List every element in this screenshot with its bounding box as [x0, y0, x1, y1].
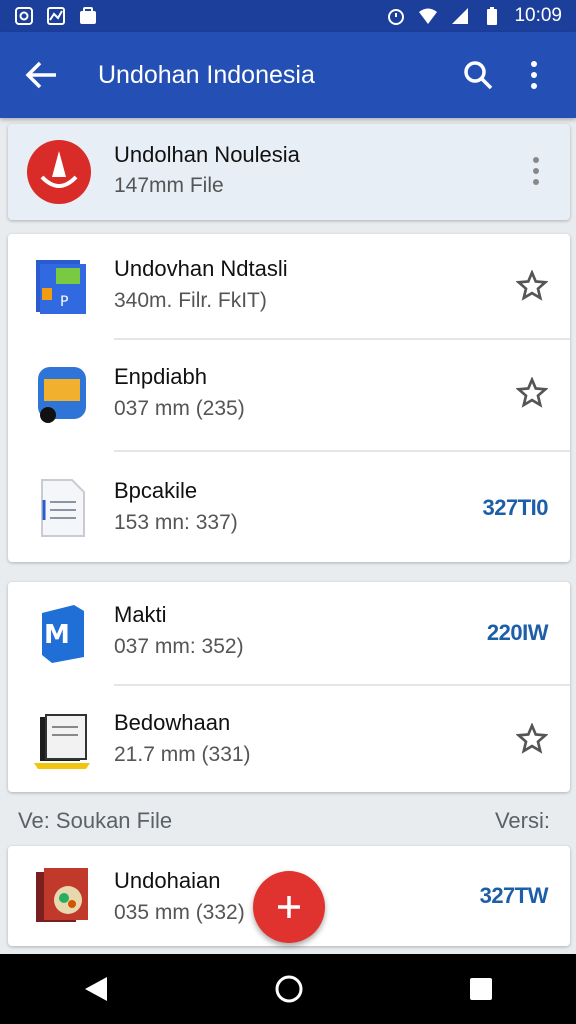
- list-item-meta: 035 mm (332): [114, 901, 245, 924]
- back-arrow-icon: [25, 61, 56, 89]
- page-title: Undohan Indonesia: [98, 60, 315, 89]
- star-icon[interactable]: [516, 723, 548, 755]
- header-item-meta: 147mm File: [114, 174, 224, 197]
- overflow-menu-button[interactable]: [512, 53, 556, 97]
- add-button[interactable]: [253, 871, 325, 943]
- list-item-name: Enpdiabh: [114, 364, 207, 389]
- list-item[interactable]: Enpdiabh 037 mm (235): [8, 340, 570, 446]
- list-item-meta: 340m. Filr. FkIT): [114, 289, 267, 312]
- header-item-name: Undolhan Noulesia: [114, 142, 300, 167]
- header-item-card[interactable]: Undolhan Noulesia 147mm File: [8, 124, 570, 220]
- list-item-meta: 21.7 mm (331): [114, 743, 251, 766]
- list-item-name: Makti: [114, 602, 167, 627]
- search-button[interactable]: [456, 53, 500, 97]
- section-label: Ve: Soukan File: [18, 808, 173, 833]
- back-button[interactable]: [20, 53, 64, 97]
- list-item[interactable]: M Makti 037 mm: 352) 220IW: [8, 582, 570, 684]
- bag-notification-icon: [80, 7, 96, 24]
- search-icon: [464, 61, 493, 90]
- signal-icon: [452, 8, 469, 24]
- battery-icon: [487, 7, 498, 25]
- file-group-card: M Makti 037 mm: 352) 220IW Bedowhaan 21.…: [8, 582, 570, 792]
- recents-nav-icon[interactable]: [469, 977, 493, 1001]
- list-item-name: Bpcakile: [114, 478, 198, 503]
- version-label: 327TW: [479, 883, 549, 908]
- recipe-book-icon: [36, 868, 88, 922]
- list-item-meta: 153 mn: 337): [114, 511, 238, 534]
- chart-notification-icon: [47, 7, 65, 25]
- svg-text:P: P: [60, 294, 68, 310]
- book-app-icon: P: [36, 260, 86, 314]
- alarm-icon: [388, 9, 405, 25]
- list-item[interactable]: Bedowhaan 21.7 mm (331): [8, 686, 570, 792]
- list-item-meta: 037 mm (235): [114, 397, 245, 420]
- mail-app-icon: M: [42, 605, 84, 663]
- status-bar: 10:09: [0, 0, 576, 32]
- document-icon: [41, 479, 85, 537]
- version-label: 327TI0: [482, 495, 549, 520]
- system-nav-bar: [0, 954, 576, 1024]
- divider: [114, 450, 570, 452]
- list-item[interactable]: Bpcakile 153 mn: 337) 327TI0: [8, 454, 570, 562]
- version-label: 220IW: [486, 620, 549, 645]
- list-item-name: Undohaian: [114, 868, 221, 893]
- app-logo-icon: [27, 140, 91, 204]
- more-vert-icon: [531, 61, 537, 89]
- section-label-right: Versi:: [494, 808, 550, 833]
- list-item-meta: 037 mm: 352): [114, 635, 244, 658]
- star-icon[interactable]: [516, 377, 548, 409]
- list-item-name: Undovhan Ndtasli: [114, 256, 288, 281]
- more-vert-icon[interactable]: [532, 156, 540, 186]
- plus-icon: [278, 896, 300, 918]
- list-item[interactable]: P Undovhan Ndtasli 340m. Filr. FkIT): [8, 234, 570, 338]
- package-app-icon: [34, 714, 90, 769]
- app-bar: Undohan Indonesia: [0, 32, 576, 118]
- file-group-card: P Undovhan Ndtasli 340m. Filr. FkIT) Enp…: [8, 234, 570, 562]
- app-notification-icon: [15, 7, 33, 25]
- wifi-icon: [419, 8, 438, 24]
- list-item-name: Bedowhaan: [114, 710, 231, 735]
- star-icon[interactable]: [516, 270, 548, 302]
- home-nav-icon[interactable]: [274, 974, 304, 1004]
- svg-text:M: M: [44, 620, 70, 650]
- status-time: 10:09: [514, 5, 562, 26]
- database-app-icon: [38, 367, 86, 423]
- back-nav-icon[interactable]: [83, 975, 109, 1003]
